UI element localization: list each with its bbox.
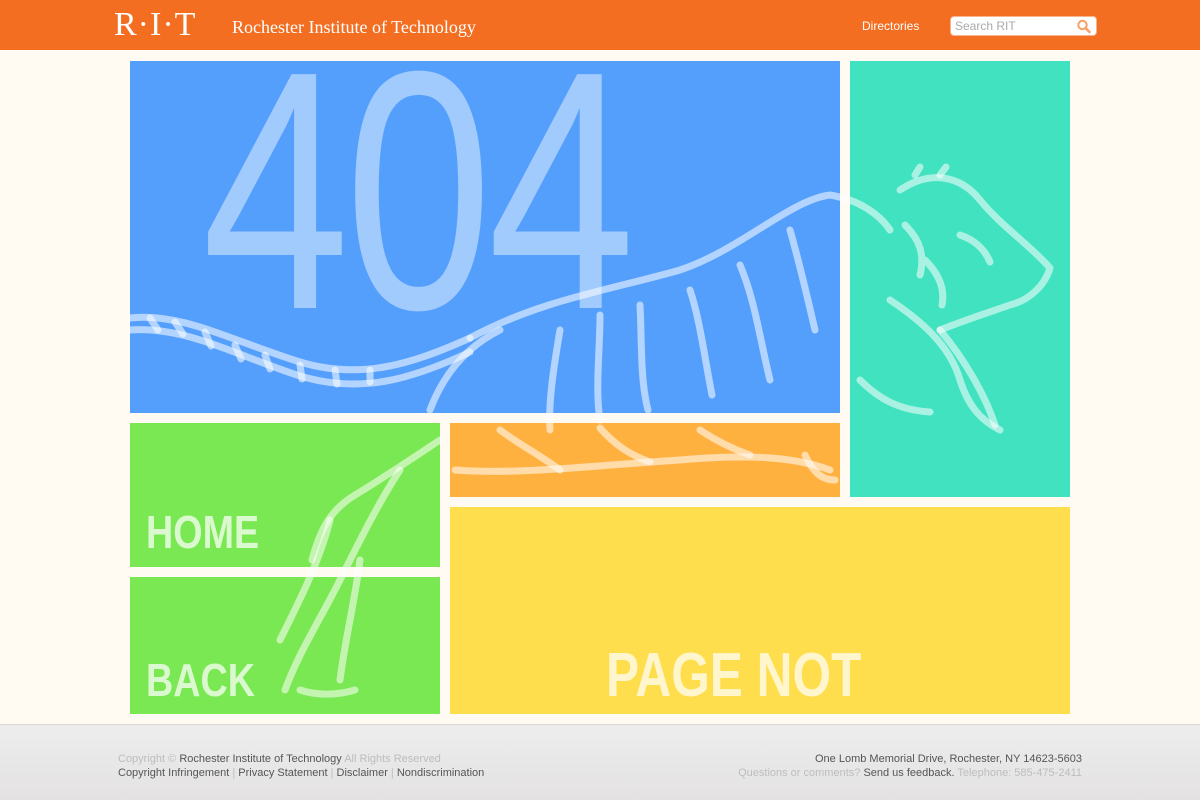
footer-right: One Lomb Memorial Drive, Rochester, NY 1… <box>738 752 1082 780</box>
address: One Lomb Memorial Drive, Rochester, NY 1… <box>815 753 1082 765</box>
back-label: BACK <box>146 654 255 706</box>
search-icon[interactable] <box>1076 19 1092 34</box>
footer-links: Copyright Infringement | Privacy Stateme… <box>118 766 484 780</box>
site-footer: Copyright © Rochester Institute of Techn… <box>0 724 1200 800</box>
copyright-line: Copyright © Rochester Institute of Techn… <box>118 752 484 766</box>
separator: | <box>390 767 394 779</box>
questions-text: Questions or comments? <box>738 767 861 779</box>
error-code: 404 <box>202 61 635 381</box>
contact-line: Questions or comments? Send us feedback.… <box>738 766 1082 780</box>
copyright-infringement-link[interactable]: Copyright Infringement <box>118 767 229 779</box>
feedback-link[interactable]: Send us feedback. <box>863 767 954 779</box>
footer-left: Copyright © Rochester Institute of Techn… <box>118 752 484 780</box>
copyright-owner-link[interactable]: Rochester Institute of Technology <box>179 753 341 765</box>
separator: | <box>232 767 236 779</box>
separator: | <box>330 767 334 779</box>
site-header: R·I·T Rochester Institute of Technology … <box>0 0 1200 50</box>
rit-logo[interactable]: R·I·T <box>114 6 196 44</box>
institution-name[interactable]: Rochester Institute of Technology <box>232 16 476 38</box>
search-box <box>950 16 1097 36</box>
nondiscrimination-link[interactable]: Nondiscrimination <box>397 767 484 779</box>
back-button[interactable]: BACK <box>130 577 440 714</box>
decorative-tile <box>450 423 840 497</box>
disclaimer-link[interactable]: Disclaimer <box>337 767 388 779</box>
directories-link[interactable]: Directories <box>862 18 919 34</box>
error-code-tile: 404 <box>130 61 840 413</box>
privacy-statement-link[interactable]: Privacy Statement <box>238 767 327 779</box>
rights-reserved: All Rights Reserved <box>344 753 441 765</box>
tiger-head-tile <box>850 61 1070 497</box>
page-not-found-tile: PAGE NOT FOUND <box>450 507 1070 714</box>
page-not-found-label: PAGE NOT FOUND <box>606 641 862 715</box>
search-input[interactable] <box>955 18 1073 34</box>
home-button[interactable]: HOME <box>130 423 440 567</box>
home-label: HOME <box>146 506 260 558</box>
telephone: Telephone: 585-475-2411 <box>957 767 1082 779</box>
copyright-prefix: Copyright © <box>118 753 177 765</box>
